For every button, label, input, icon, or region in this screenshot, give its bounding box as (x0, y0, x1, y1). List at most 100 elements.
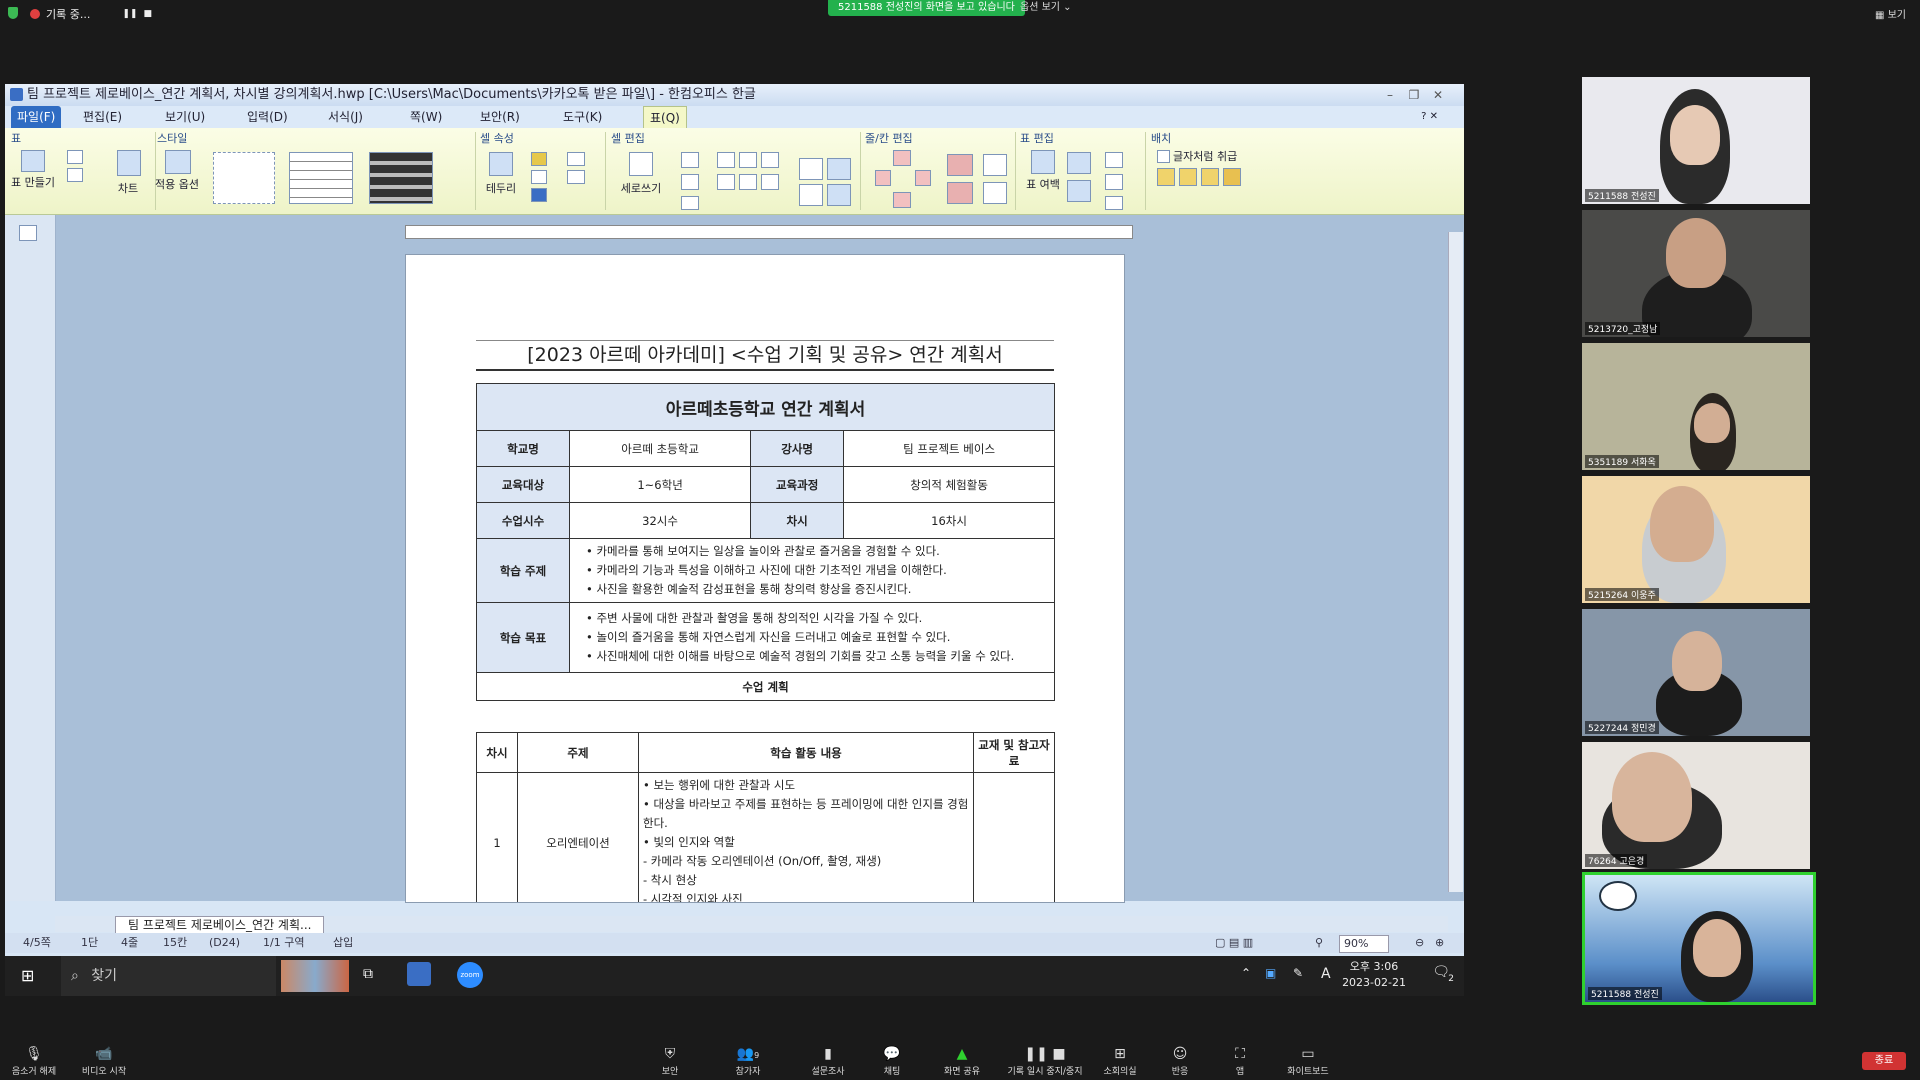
breakout-rooms-button[interactable]: ⊞ 소회의실 (1090, 1046, 1150, 1077)
table-margin-button[interactable]: 표 여백 (1023, 178, 1063, 191)
shade-icon[interactable] (531, 188, 547, 202)
participant-tile[interactable]: 5211588 전성진 (1582, 77, 1810, 204)
tray-app-icon[interactable]: ▣ (1265, 966, 1276, 980)
table-grid-icon[interactable] (21, 150, 45, 172)
pane-icon[interactable] (19, 225, 37, 241)
make-table-button[interactable]: 표 만들기 (11, 176, 55, 189)
chart-icon[interactable] (117, 150, 141, 176)
tray-chevron-icon[interactable]: ⌃ (1241, 966, 1251, 980)
status-page[interactable]: 4/5쪽 (23, 933, 51, 953)
border-icon[interactable] (489, 152, 513, 176)
menu-view[interactable]: 보기(U) (165, 106, 205, 128)
poll-button[interactable]: ▮ 설문조사 (798, 1046, 858, 1077)
apps-button[interactable]: ⛶ 앱 (1210, 1046, 1270, 1077)
table-edit-icon[interactable] (1105, 174, 1123, 190)
share-screen-button[interactable]: ▲ 화면 공유 (932, 1046, 992, 1077)
align-icon[interactable] (717, 152, 735, 168)
zoom-out-icon[interactable]: ⊖ (1415, 933, 1424, 953)
maximize-icon[interactable]: ❐ (1406, 87, 1422, 103)
windows-start-icon[interactable]: ⊞ (21, 966, 34, 985)
taskbar-search-highlight[interactable] (281, 960, 349, 992)
distribute-icon[interactable] (983, 154, 1007, 176)
chat-button[interactable]: 💬 채팅 (862, 1046, 922, 1077)
menu-tools[interactable]: 도구(K) (563, 106, 602, 128)
pen-icon[interactable]: ✎ (1293, 966, 1303, 980)
align-icon[interactable] (681, 152, 699, 168)
mute-button[interactable]: 🎙 음소거 해제 (4, 1046, 64, 1077)
wrap-icon[interactable] (1223, 168, 1241, 186)
insert-col-icon[interactable] (875, 170, 891, 186)
participant-tile[interactable]: 5227244 정민경 (1582, 609, 1810, 736)
wrap-icon[interactable] (1157, 168, 1175, 186)
menu-page[interactable]: 쪽(W) (410, 106, 442, 128)
horizontal-ruler[interactable] (405, 225, 1133, 239)
zoom-level-select[interactable]: 90% (1339, 935, 1390, 953)
line-style-icon[interactable] (567, 152, 585, 166)
document-tab[interactable]: 팀 프로젝트 제로베이스_연간 계획... (115, 916, 325, 934)
recording-indicator[interactable]: 기록 중... ❚❚ ■ (30, 6, 152, 22)
end-meeting-button[interactable]: 종료 (1862, 1052, 1906, 1070)
vertical-scrollbar[interactable] (1448, 232, 1463, 892)
menu-format[interactable]: 서식(J) (328, 106, 363, 128)
view-button[interactable]: ▦ 보기 (1875, 6, 1906, 21)
lesson-plan-table[interactable]: 차시 주제 학습 활동 내용 교재 및 참고자료 1 오리엔테이션 • 보는 행… (476, 732, 1055, 902)
cell-icon[interactable] (827, 184, 851, 206)
distribute-icon[interactable] (983, 182, 1007, 204)
align-icon[interactable] (681, 196, 699, 210)
taskbar-search[interactable]: ⌕ 찾기 (61, 956, 276, 996)
fill-icon[interactable] (531, 170, 547, 184)
table-edit-icon[interactable] (1105, 196, 1123, 210)
whiteboard-button[interactable]: ▭ 화이트보드 (1278, 1046, 1338, 1077)
menu-edit[interactable]: 편집(E) (83, 106, 122, 128)
view-options-button[interactable]: 옵션 보기 ⌄ (1020, 0, 1072, 16)
status-mode[interactable]: 삽입 (333, 933, 353, 953)
document-page[interactable]: [2023 아르떼 아카데미] <수업 기획 및 공유> 연간 계획서 아르떼초… (405, 254, 1125, 903)
table-size-icon[interactable] (1067, 180, 1091, 202)
delete-col-icon[interactable] (915, 170, 931, 186)
participants-button[interactable]: 👥9 참가자 (718, 1046, 778, 1077)
delete-row-icon[interactable] (893, 192, 911, 208)
close-icon[interactable]: ✕ (1430, 87, 1446, 103)
align-icon[interactable] (761, 152, 779, 168)
split-cells-icon[interactable] (827, 158, 851, 180)
menu-table[interactable]: 표(Q) (643, 106, 687, 129)
wrap-icon[interactable] (1179, 168, 1197, 186)
align-icon[interactable] (739, 174, 757, 190)
participant-tile[interactable]: 76264 고은경 (1582, 742, 1810, 869)
zoom-in-icon[interactable]: ⊕ (1435, 933, 1444, 953)
apply-options-button[interactable]: 적용 옵션 (155, 178, 199, 191)
table-size-icon[interactable] (1067, 152, 1091, 174)
apply-options-icon[interactable] (165, 150, 191, 174)
table-edit-icon[interactable] (1105, 152, 1123, 168)
plan-table[interactable]: 아르떼초등학교 연간 계획서 학교명 아르떼 초등학교 강사명 팀 프로젝트 베… (476, 383, 1055, 701)
wrap-icon[interactable] (1201, 168, 1219, 186)
row-col-icon[interactable] (947, 154, 973, 176)
pause-icon[interactable]: ❚❚ (122, 9, 137, 19)
help-icon[interactable]: ? ✕ (1421, 106, 1438, 128)
table-style-preset-1[interactable] (213, 152, 275, 204)
merge-cells-icon[interactable] (799, 158, 823, 180)
task-view-icon[interactable]: ⧉ (363, 966, 373, 982)
table-tool-icon[interactable] (67, 150, 83, 164)
view-mode-icons[interactable]: ▢ ▤ ▥ (1215, 933, 1253, 953)
line-width-icon[interactable] (567, 170, 585, 184)
input-lang-indicator[interactable]: A (1321, 966, 1331, 982)
align-icon[interactable] (681, 174, 699, 190)
row-col-icon[interactable] (947, 182, 973, 204)
menu-security[interactable]: 보안(R) (480, 106, 520, 128)
video-button[interactable]: 📹 비디오 시작 (74, 1046, 134, 1077)
window-title-bar[interactable]: 팀 프로젝트 제로베이스_연간 계획서, 차시별 강의계획서.hwp [C:\U… (5, 84, 1464, 106)
table-style-preset-3[interactable] (369, 152, 433, 204)
security-button[interactable]: ⛨ 보안 (640, 1046, 700, 1077)
participant-tile[interactable]: 5215264 이웅주 (1582, 476, 1810, 603)
table-tool-icon[interactable] (67, 168, 83, 182)
align-icon[interactable] (739, 152, 757, 168)
insert-row-icon[interactable] (893, 150, 911, 166)
table-style-preset-2[interactable] (289, 152, 353, 204)
align-icon[interactable] (761, 174, 779, 190)
zoom-search-icon[interactable]: ⚲ (1315, 933, 1323, 953)
hwp-taskbar-icon[interactable] (407, 962, 431, 986)
menu-insert[interactable]: 입력(D) (247, 106, 288, 128)
participant-tile-active-speaker[interactable]: 5211588 전성진 (1582, 872, 1816, 1005)
align-icon[interactable] (717, 174, 735, 190)
